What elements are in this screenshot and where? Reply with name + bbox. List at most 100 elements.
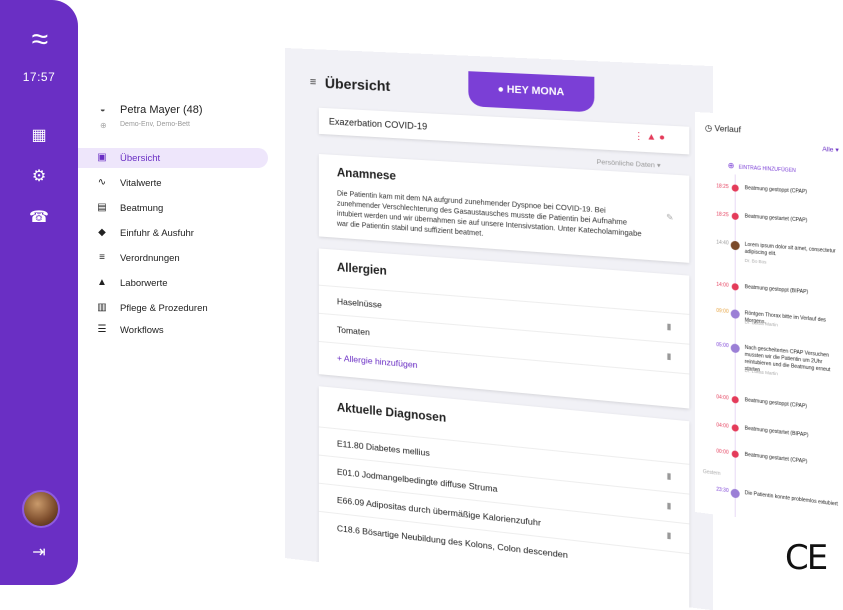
edit-icon[interactable]: ✎ bbox=[666, 212, 673, 222]
chevron-down-icon: ▾ bbox=[656, 162, 661, 170]
sidebar-item-label: Beatmung bbox=[120, 203, 164, 214]
timeline-entry[interactable]: 05:00 Nach gescheiterten CPAP Versuchen … bbox=[695, 340, 843, 376]
sidebar-item-uebersicht[interactable]: ▣ Übersicht bbox=[78, 148, 268, 168]
entry-text: Die Patientin konnte problemlos extubier… bbox=[744, 490, 838, 508]
entry-author: Dr. Bo Bos bbox=[744, 257, 767, 265]
page-title: Übersicht bbox=[324, 74, 391, 95]
sidebar: ◒ Petra Mayer (48) ⊕ Demo-Env, Demo-Bett… bbox=[78, 0, 278, 585]
phone-icon[interactable]: ☎ bbox=[28, 207, 50, 229]
entry-time: 14:00 bbox=[716, 281, 729, 289]
clipboard-icon: ▥ bbox=[97, 302, 107, 313]
logout-icon[interactable]: ⇥ bbox=[28, 542, 50, 564]
add-allergy-link[interactable]: + Allergie hinzufügen bbox=[337, 353, 418, 370]
entry-time: 23:30 bbox=[716, 486, 729, 495]
sidebar-item-einfuhr-ausfuhr[interactable]: ◆ Einfuhr & Ausfuhr bbox=[78, 223, 268, 243]
timeline-entry[interactable]: 04:00 Beatmung gestartet (BIPAP) bbox=[695, 420, 843, 438]
sidebar-item-verordnungen[interactable]: ≡ Verordnungen bbox=[78, 248, 268, 268]
entry-time: 04:00 bbox=[716, 422, 729, 430]
gear-icon[interactable]: ⚙ bbox=[28, 166, 50, 188]
trash-icon[interactable]: ▮ bbox=[667, 322, 672, 332]
sidebar-item-label: Workflows bbox=[120, 325, 164, 336]
anamnese-title: Anamnese bbox=[336, 167, 396, 183]
verlauf-title: ◷ Verlauf bbox=[705, 123, 741, 136]
sidebar-item-workflows[interactable]: ☰ Workflows bbox=[78, 320, 268, 340]
add-entry-icon[interactable]: ⊕ bbox=[728, 161, 735, 170]
app-grid-icon[interactable]: ▦ bbox=[28, 125, 50, 147]
alert-icons[interactable]: ⋮ ▲ ● bbox=[634, 130, 665, 143]
allergy-label: Tomaten bbox=[336, 324, 370, 338]
entry-dot bbox=[731, 395, 739, 404]
day-separator: Gestern bbox=[702, 468, 721, 478]
hey-mona-label: HEY MONA bbox=[506, 84, 565, 99]
drop-icon: ◆ bbox=[98, 227, 106, 238]
add-entry-link[interactable]: EINTRAG HINZUFÜGEN bbox=[739, 165, 796, 175]
diagnosen-title: Aktuelle Diagnosen bbox=[336, 402, 447, 425]
entry-dot bbox=[731, 450, 739, 459]
verlauf-panel: ◷ Verlauf Alle ▾ ⊕ EINTRAG HINZUFÜGEN 18… bbox=[695, 112, 843, 532]
plus-icon: + bbox=[336, 352, 344, 364]
allergien-card: Allergien Haselnüsse ▮ Tomaten ▮ + Aller… bbox=[318, 248, 690, 409]
entry-text: Beatmung gestartet (BIPAP) bbox=[744, 425, 809, 439]
anamnese-card: Anamnese ✎ Die Patientin kam mit dem NA … bbox=[318, 153, 690, 263]
entry-text: Beatmung gestoppt (BIPAP) bbox=[744, 284, 809, 296]
diagnosis-label: E11.80 Diabetes mellius bbox=[336, 438, 430, 459]
list-icon: ≡ bbox=[99, 252, 105, 263]
trash-icon[interactable]: ▮ bbox=[667, 471, 672, 481]
diagnosis-value: Exazerbation COVID-19 bbox=[328, 116, 428, 132]
add-allergy-label: Allergie hinzufügen bbox=[343, 353, 418, 371]
allergien-title: Allergien bbox=[336, 261, 387, 278]
patient-name: Petra Mayer (48) bbox=[120, 104, 203, 116]
entry-text: Beatmung gestoppt (CPAP) bbox=[744, 185, 808, 196]
timeline-entry[interactable]: 14:00 Beatmung gestoppt (BIPAP) bbox=[695, 280, 843, 296]
entry-text: Nach gescheiterten CPAP Versuchen musste… bbox=[744, 344, 831, 374]
entry-avatar bbox=[730, 488, 740, 499]
sidebar-item-label: Verordnungen bbox=[120, 253, 180, 264]
entry-avatar bbox=[730, 240, 740, 251]
timeline-entry[interactable]: 18:25 Beatmung gestartet (CPAP) bbox=[695, 210, 843, 223]
sidebar-item-beatmung[interactable]: ▤ Beatmung bbox=[78, 198, 268, 218]
chevron-down-icon: ▾ bbox=[833, 146, 839, 155]
diagnosen-card: Aktuelle Diagnosen E11.80 Diabetes melli… bbox=[318, 386, 690, 610]
timeline-entry[interactable]: 04:00 Beatmung gestoppt (CPAP) bbox=[695, 392, 843, 410]
sidebar-item-pflege[interactable]: ▥ Pflege & Prozeduren bbox=[78, 298, 268, 318]
trend-icon: ∿ bbox=[97, 177, 107, 188]
timeline-entry[interactable]: 09:00 Röntgen Thorax bitte im Verlauf de… bbox=[695, 306, 843, 328]
trash-icon[interactable]: ▮ bbox=[667, 530, 672, 540]
patient-location: Demo-Env, Demo-Bett bbox=[120, 121, 190, 128]
timeline-entry[interactable]: 18:25 Beatmung gestoppt (CPAP) bbox=[695, 182, 843, 195]
sidebar-item-label: Pflege & Prozeduren bbox=[120, 303, 208, 314]
user-avatar[interactable] bbox=[22, 490, 60, 528]
trash-icon[interactable]: ▮ bbox=[667, 351, 672, 361]
clock-icon: ◷ bbox=[704, 122, 715, 134]
entry-time: 00:00 bbox=[716, 448, 729, 456]
entry-dot bbox=[731, 212, 739, 221]
checklist-icon: ☰ bbox=[97, 324, 107, 335]
ventilator-icon: ▤ bbox=[97, 202, 107, 213]
entry-time: 05:00 bbox=[716, 342, 729, 350]
entry-dot bbox=[731, 424, 739, 432]
timeline-entry[interactable]: 14:40 Lorem ipsum dolor sit amet, consec… bbox=[695, 238, 843, 265]
sidebar-item-label: Laborwerte bbox=[120, 278, 168, 289]
sidebar-item-vitalwerte[interactable]: ∿ Vitalwerte bbox=[78, 173, 268, 193]
allergy-label: Haselnüsse bbox=[336, 296, 382, 310]
timeline-entry[interactable]: 23:30 Die Patientin konnte problemlos ex… bbox=[695, 484, 843, 508]
sidebar-item-laborwerte[interactable]: ▲ Laborwerte bbox=[78, 273, 268, 293]
entry-time: 18:25 bbox=[716, 211, 729, 219]
timeline-entry[interactable]: 00:00 Beatmung gestartet (CPAP) bbox=[695, 446, 843, 465]
sidebar-item-label: Einfuhr & Ausfuhr bbox=[120, 228, 194, 239]
hey-mona-button[interactable]: ● HEY MONA bbox=[468, 71, 595, 113]
flask-icon: ▲ bbox=[97, 277, 107, 288]
overview-panel: ≡ Übersicht ● HEY MONA Exazerbation COVI… bbox=[285, 48, 713, 610]
data-select[interactable]: Persönliche Daten ▾ bbox=[597, 158, 661, 170]
entry-time: 04:00 bbox=[716, 394, 729, 402]
entry-text: Beatmung gestartet (CPAP) bbox=[744, 451, 808, 466]
entry-time: 14:40 bbox=[716, 239, 729, 247]
ce-mark: CE bbox=[785, 538, 828, 578]
sidebar-item-label: Übersicht bbox=[120, 153, 161, 164]
verlauf-filter[interactable]: Alle ▾ bbox=[822, 145, 839, 154]
menu-icon[interactable]: ≡ bbox=[310, 76, 316, 88]
entry-text: Beatmung gestoppt (CPAP) bbox=[744, 397, 808, 410]
diagnosis-field[interactable]: Exazerbation COVID-19 ⋮ ▲ ● bbox=[318, 107, 690, 155]
trash-icon[interactable]: ▮ bbox=[667, 501, 672, 511]
entry-time: 18:25 bbox=[716, 183, 729, 191]
